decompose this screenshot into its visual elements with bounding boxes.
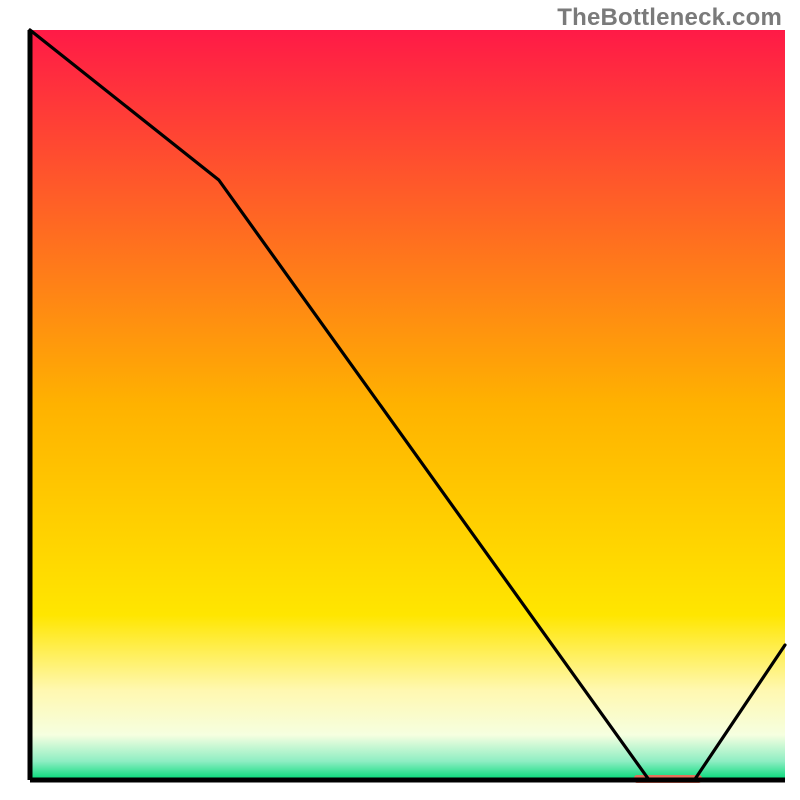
chart-container: TheBottleneck.com — [0, 0, 800, 800]
watermark-text: TheBottleneck.com — [557, 4, 782, 32]
heat-background — [30, 30, 785, 780]
bottleneck-chart — [0, 0, 800, 800]
